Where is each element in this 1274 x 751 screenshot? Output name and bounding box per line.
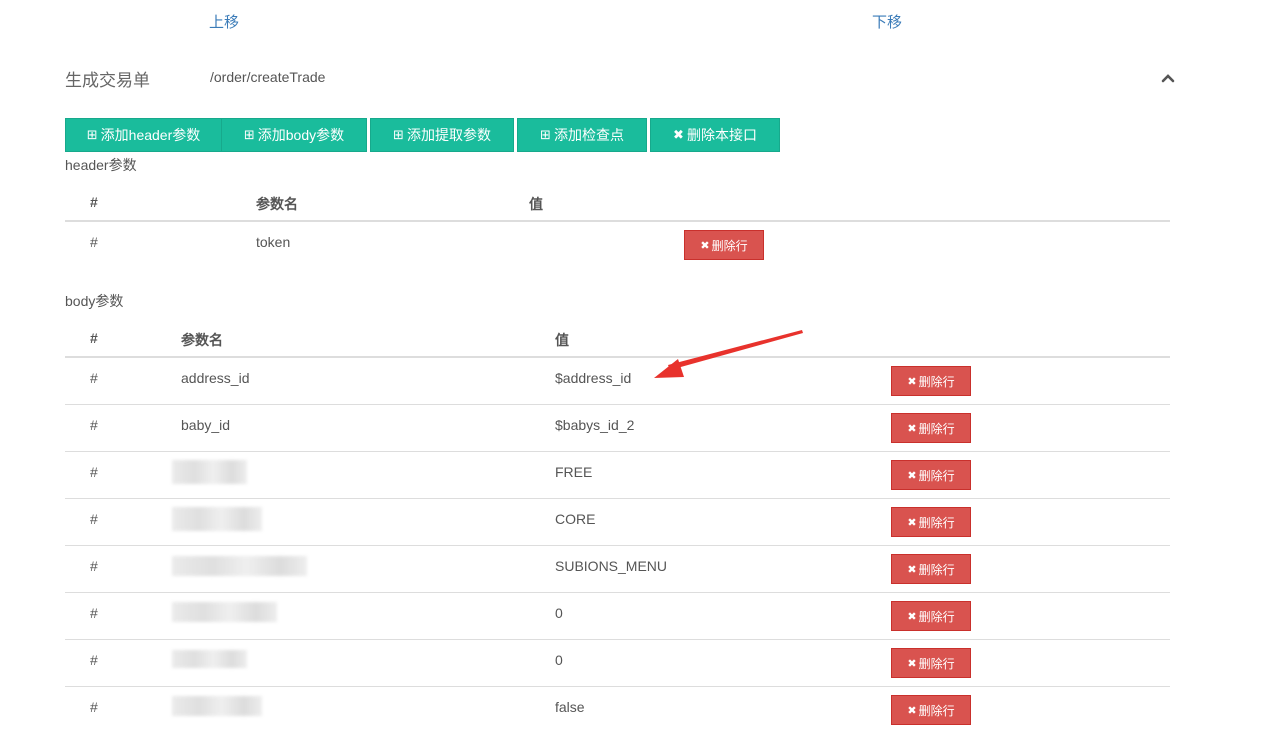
param-value: $address_id [555,370,632,386]
close-icon: ✖ [907,469,917,482]
plus-square-icon: ⊞ [86,127,98,142]
param-value: CORE [555,511,596,527]
row-index: # [90,605,98,621]
row-divider [65,451,1170,452]
chevron-up-icon [1161,74,1175,83]
redacted-param-name [172,460,247,484]
delete-row-button[interactable]: ✖ 删除行 [891,554,971,584]
row-index: # [90,370,98,386]
delete-row-button[interactable]: ✖ 删除行 [891,601,971,631]
row-divider [65,592,1170,593]
body-col-name: 参数名 [181,332,223,348]
redacted-param-name [172,696,262,716]
param-value: SUBIONS_MENU [555,558,668,574]
redacted-param-name [172,507,262,531]
add-extract-param-button[interactable]: ⊞ 添加提取参数 [370,118,514,152]
header-col-value: 值 [529,196,543,212]
delete-api-button[interactable]: ✖ 删除本接口 [650,118,780,152]
body-col-value: 值 [555,332,569,348]
move-down-link[interactable]: 下移 [872,11,902,32]
param-value: 0 [555,605,563,621]
move-up-link[interactable]: 上移 [209,11,239,32]
body-table-divider [65,356,1170,358]
redacted-param-name [172,602,277,622]
collapse-button[interactable] [1161,71,1175,88]
delete-row-button[interactable]: ✖ 删除行 [891,460,971,490]
delete-row-button[interactable]: ✖ 删除行 [891,366,971,396]
redacted-param-name [172,556,307,576]
header-params-label: header参数 [65,157,137,173]
delete-row-button[interactable]: ✖ 删除行 [891,413,971,443]
param-name: address_id [181,370,250,386]
close-icon: ✖ [907,657,917,670]
close-icon: ✖ [907,422,917,435]
row-index: # [90,417,98,433]
row-divider [65,639,1170,640]
param-value: false [555,699,585,715]
plus-square-icon: ⊞ [393,127,404,142]
row-divider [65,498,1170,499]
plus-square-icon: ⊞ [243,127,255,142]
delete-row-button[interactable]: ✖ 删除行 [891,507,971,537]
param-name: baby_id [181,417,231,433]
delete-row-button[interactable]: ✖ 删除行 [891,695,971,725]
add-body-param-button[interactable]: ⊞ 添加body参数 [221,118,367,152]
add-checkpoint-button[interactable]: ⊞ 添加检查点 [517,118,647,152]
delete-row-button[interactable]: ✖ 删除行 [684,230,764,260]
row-divider [65,545,1170,546]
header-col-name: 参数名 [256,196,298,212]
close-icon: ✖ [673,127,684,142]
param-name: token [256,234,291,250]
body-col-index: # [90,330,98,346]
annotation-arrow [654,330,803,378]
close-icon: ✖ [700,239,710,252]
close-icon: ✖ [907,375,917,388]
row-index: # [90,464,98,480]
plus-square-icon: ⊞ [540,127,551,142]
close-icon: ✖ [907,563,917,576]
row-index: # [90,558,98,574]
add-header-param-button[interactable]: ⊞ 添加header参数 [65,118,222,152]
api-name: 生成交易单 [65,71,150,90]
row-divider [65,404,1170,405]
header-table-divider [65,220,1170,222]
delete-row-button[interactable]: ✖ 删除行 [891,648,971,678]
row-index: # [90,699,98,715]
header-col-index: # [90,194,98,210]
row-divider [65,686,1170,687]
param-value: $babys_id_2 [555,417,635,433]
param-value: 0 [555,652,563,668]
redacted-param-name [172,650,247,668]
close-icon: ✖ [907,610,917,623]
close-icon: ✖ [907,704,917,717]
row-index: # [90,234,98,250]
close-icon: ✖ [907,516,917,529]
body-params-label: body参数 [65,293,124,309]
api-path: /order/createTrade [210,69,326,85]
row-index: # [90,511,98,527]
param-value: FREE [555,464,593,480]
row-index: # [90,652,98,668]
